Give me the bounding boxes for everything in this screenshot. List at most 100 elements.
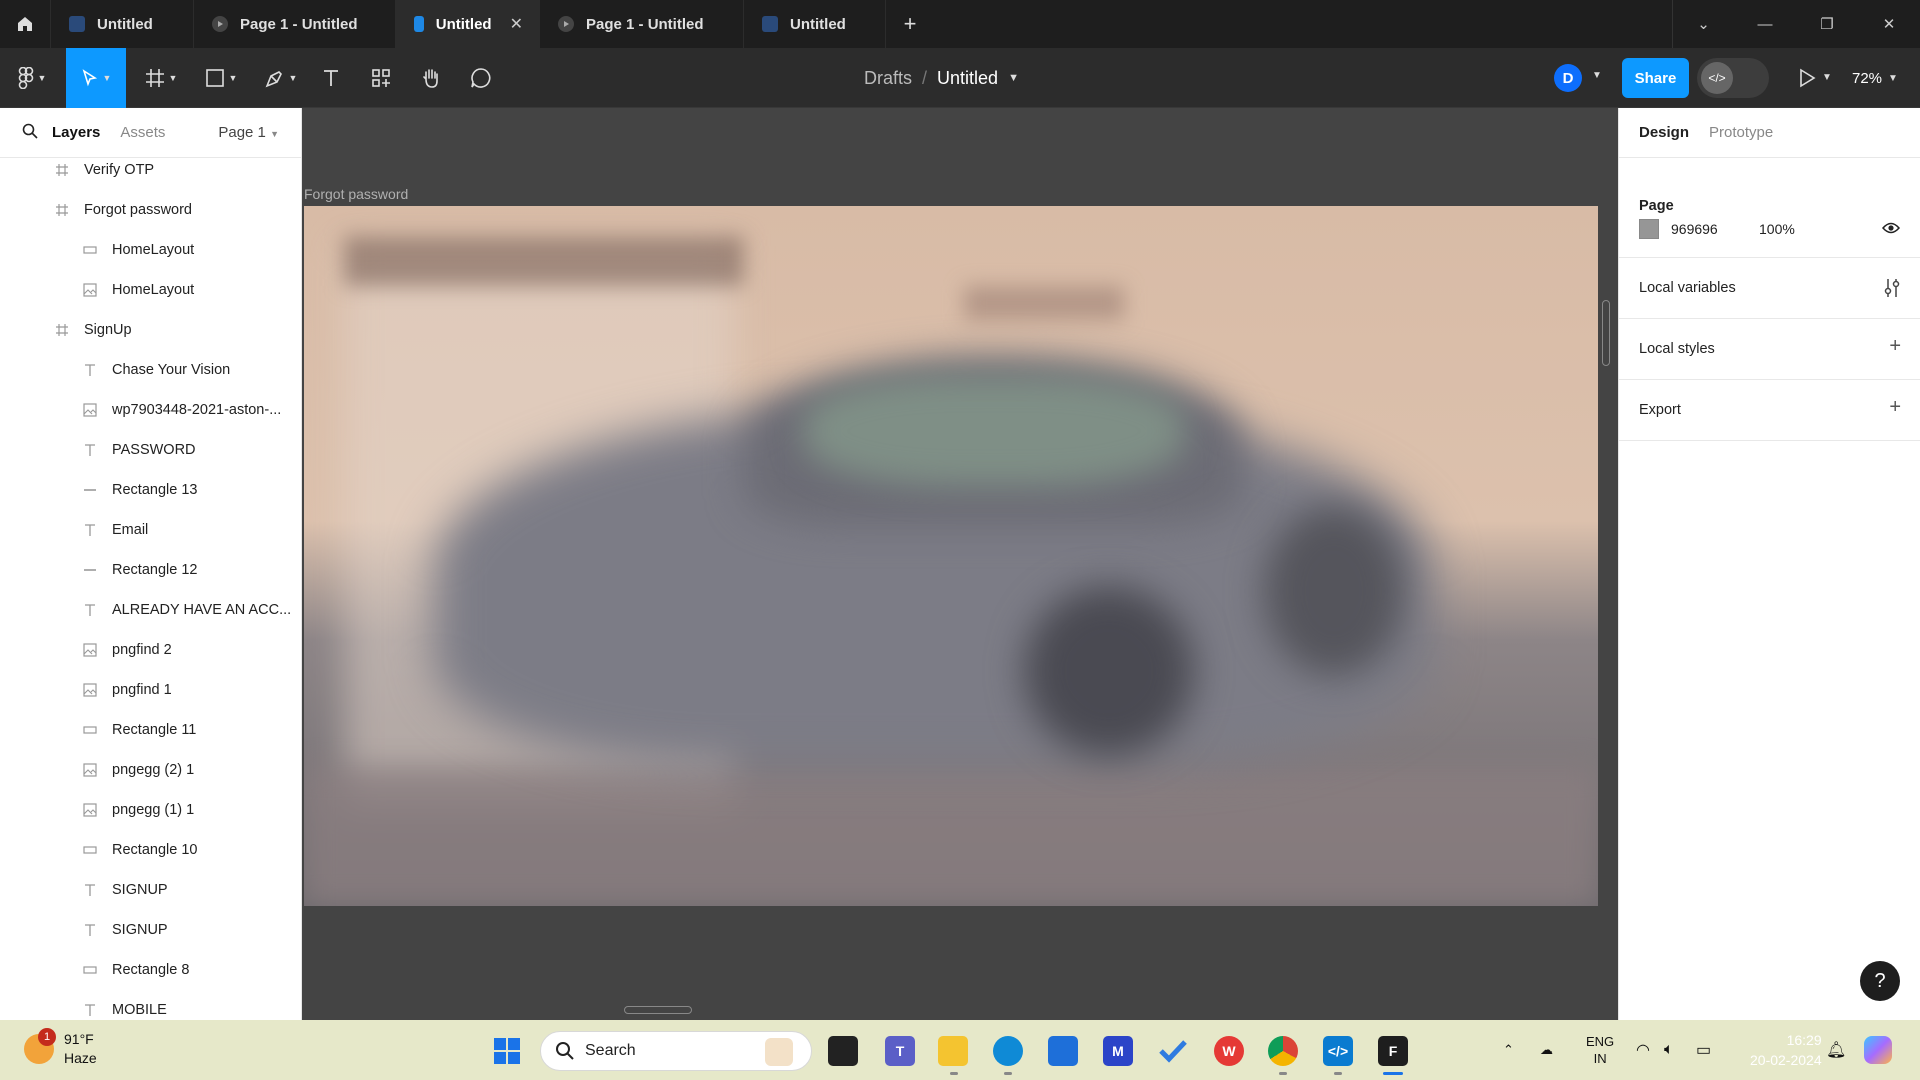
chevron-down-icon[interactable]: ▼: [1592, 70, 1602, 81]
layer-row[interactable]: Rectangle 13: [0, 470, 197, 510]
system-clock[interactable]: 16:29 20-02-2024: [1750, 1030, 1822, 1070]
chevron-down-icon[interactable]: ▼: [1008, 72, 1019, 84]
edge-browser-icon[interactable]: [993, 1036, 1023, 1066]
layer-row[interactable]: SignUp: [0, 310, 132, 350]
layer-row[interactable]: wp7903448-2021-aston-...: [0, 390, 281, 430]
layer-row[interactable]: pngegg (2) 1: [0, 750, 194, 790]
frame-label[interactable]: Forgot password: [304, 186, 408, 202]
present-play-icon[interactable]: [1798, 68, 1816, 93]
layer-row[interactable]: MOBILE: [0, 990, 167, 1020]
new-tab-plus-icon[interactable]: +: [886, 0, 934, 48]
help-button[interactable]: ?: [1860, 961, 1900, 1001]
frame-tool-button[interactable]: ▼: [138, 48, 184, 108]
resources-tool-button[interactable]: [366, 48, 396, 108]
volume-icon[interactable]: 🔈︎: [1664, 1020, 1674, 1080]
layer-rectangle-icon: [82, 242, 98, 258]
close-window-icon[interactable]: ✕: [1858, 0, 1920, 48]
local-styles-section[interactable]: Local styles +: [1619, 319, 1920, 380]
share-button[interactable]: Share: [1622, 58, 1689, 98]
shape-tool-button[interactable]: ▼: [198, 48, 244, 108]
layer-row[interactable]: pngfind 2: [0, 630, 172, 670]
comment-tool-button[interactable]: [466, 48, 496, 108]
teams-icon[interactable]: T: [885, 1036, 915, 1066]
main-menu-button[interactable]: ▼: [10, 48, 54, 108]
chevron-down-icon[interactable]: ⌄: [1672, 0, 1734, 48]
language-indicator[interactable]: ENG IN: [1586, 1020, 1614, 1080]
tab-untitled-active[interactable]: Untitled ✕: [396, 0, 540, 48]
layer-row[interactable]: Rectangle 12: [0, 550, 197, 590]
onedrive-error-icon[interactable]: ☁: [1540, 1020, 1553, 1080]
layer-row[interactable]: HomeLayout: [0, 270, 194, 310]
chrome-browser-icon[interactable]: [1268, 1036, 1298, 1066]
variables-sliders-icon[interactable]: [1883, 278, 1901, 303]
tab-page1-untitled-1[interactable]: Page 1 - Untitled: [194, 0, 396, 48]
tab-untitled-3[interactable]: Untitled: [744, 0, 886, 48]
search-icon[interactable]: [22, 123, 38, 143]
layer-row[interactable]: pngegg (1) 1: [0, 790, 194, 830]
page-selector[interactable]: Page 1 ▼: [218, 124, 279, 141]
add-style-plus-icon[interactable]: +: [1889, 335, 1901, 358]
layer-row[interactable]: SIGNUP: [0, 870, 168, 910]
show-hidden-icons-chevron-icon[interactable]: ⌃: [1503, 1020, 1514, 1080]
layer-row[interactable]: Rectangle 8: [0, 950, 189, 990]
tab-assets[interactable]: Assets: [120, 124, 165, 141]
layer-row[interactable]: pngfind 1: [0, 670, 172, 710]
tab-page1-untitled-2[interactable]: Page 1 - Untitled: [540, 0, 744, 48]
taskbar-search[interactable]: Search: [540, 1031, 812, 1071]
horizontal-scrollbar[interactable]: [624, 1006, 692, 1014]
export-section[interactable]: Export +: [1619, 380, 1920, 441]
m-app-icon[interactable]: M: [1103, 1036, 1133, 1066]
wps-office-icon[interactable]: W: [1214, 1036, 1244, 1066]
zoom-control[interactable]: 72% ▼: [1852, 48, 1898, 108]
avatar[interactable]: D: [1554, 64, 1582, 92]
layer-row[interactable]: Rectangle 11: [0, 710, 196, 750]
tab-prototype[interactable]: Prototype: [1709, 124, 1773, 141]
eye-icon[interactable]: [1881, 221, 1901, 240]
notification-bell-icon[interactable]: 🔔︎: [1826, 1020, 1846, 1080]
microsoft-store-icon[interactable]: [1048, 1036, 1078, 1066]
tab-design[interactable]: Design: [1639, 124, 1689, 141]
layer-row[interactable]: Forgot password: [0, 190, 192, 230]
figma-app-icon[interactable]: F: [1378, 1036, 1408, 1066]
canvas[interactable]: Forgot password: [302, 108, 1618, 1020]
minimize-icon[interactable]: —: [1734, 0, 1796, 48]
tab-untitled-1[interactable]: Untitled: [51, 0, 194, 48]
page-color-hex[interactable]: 969696: [1671, 221, 1718, 237]
restore-icon[interactable]: ❐: [1796, 0, 1858, 48]
todo-check-icon[interactable]: [1158, 1036, 1188, 1066]
layer-row[interactable]: Chase Your Vision: [0, 350, 230, 390]
layer-row[interactable]: HomeLayout: [0, 230, 194, 270]
task-view-icon[interactable]: [828, 1036, 858, 1066]
add-export-plus-icon[interactable]: +: [1889, 396, 1901, 419]
layer-row[interactable]: ALREADY HAVE AN ACC...: [0, 590, 291, 630]
layer-row[interactable]: Email: [0, 510, 148, 550]
hand-tool-button[interactable]: [416, 48, 446, 108]
chevron-down-icon[interactable]: ▼: [1822, 72, 1832, 83]
breadcrumb-drafts[interactable]: Drafts: [864, 68, 912, 89]
pen-tool-button[interactable]: ▼: [258, 48, 304, 108]
weather-widget[interactable]: 1 91°F Haze: [24, 1028, 97, 1068]
layer-name: SIGNUP: [112, 882, 168, 898]
page-opacity[interactable]: 100%: [1759, 221, 1795, 237]
home-icon[interactable]: [0, 0, 51, 48]
battery-icon[interactable]: ▭: [1696, 1020, 1711, 1080]
text-tool-button[interactable]: [316, 48, 346, 108]
copilot-icon[interactable]: [1864, 1020, 1892, 1080]
dev-mode-toggle[interactable]: </>: [1697, 58, 1769, 98]
vscode-icon[interactable]: </>: [1323, 1036, 1353, 1066]
page-color-swatch[interactable]: [1639, 219, 1659, 239]
layer-row[interactable]: Rectangle 10: [0, 830, 197, 870]
layer-row[interactable]: Verify OTP: [0, 150, 154, 190]
tab-layers[interactable]: Layers: [52, 124, 100, 141]
windows-start-icon[interactable]: [492, 1036, 522, 1066]
file-explorer-icon[interactable]: [938, 1036, 968, 1066]
vertical-scrollbar[interactable]: [1602, 300, 1610, 366]
wifi-icon[interactable]: ◠: [1636, 1020, 1650, 1080]
move-tool-button[interactable]: ▼: [66, 48, 126, 108]
local-variables-section[interactable]: Local variables: [1619, 258, 1920, 319]
layer-row[interactable]: SIGNUP: [0, 910, 168, 950]
file-name[interactable]: Untitled: [937, 68, 998, 89]
forgot-password-frame[interactable]: [304, 206, 1598, 906]
close-tab-icon[interactable]: ✕: [510, 14, 523, 34]
layer-row[interactable]: PASSWORD: [0, 430, 196, 470]
